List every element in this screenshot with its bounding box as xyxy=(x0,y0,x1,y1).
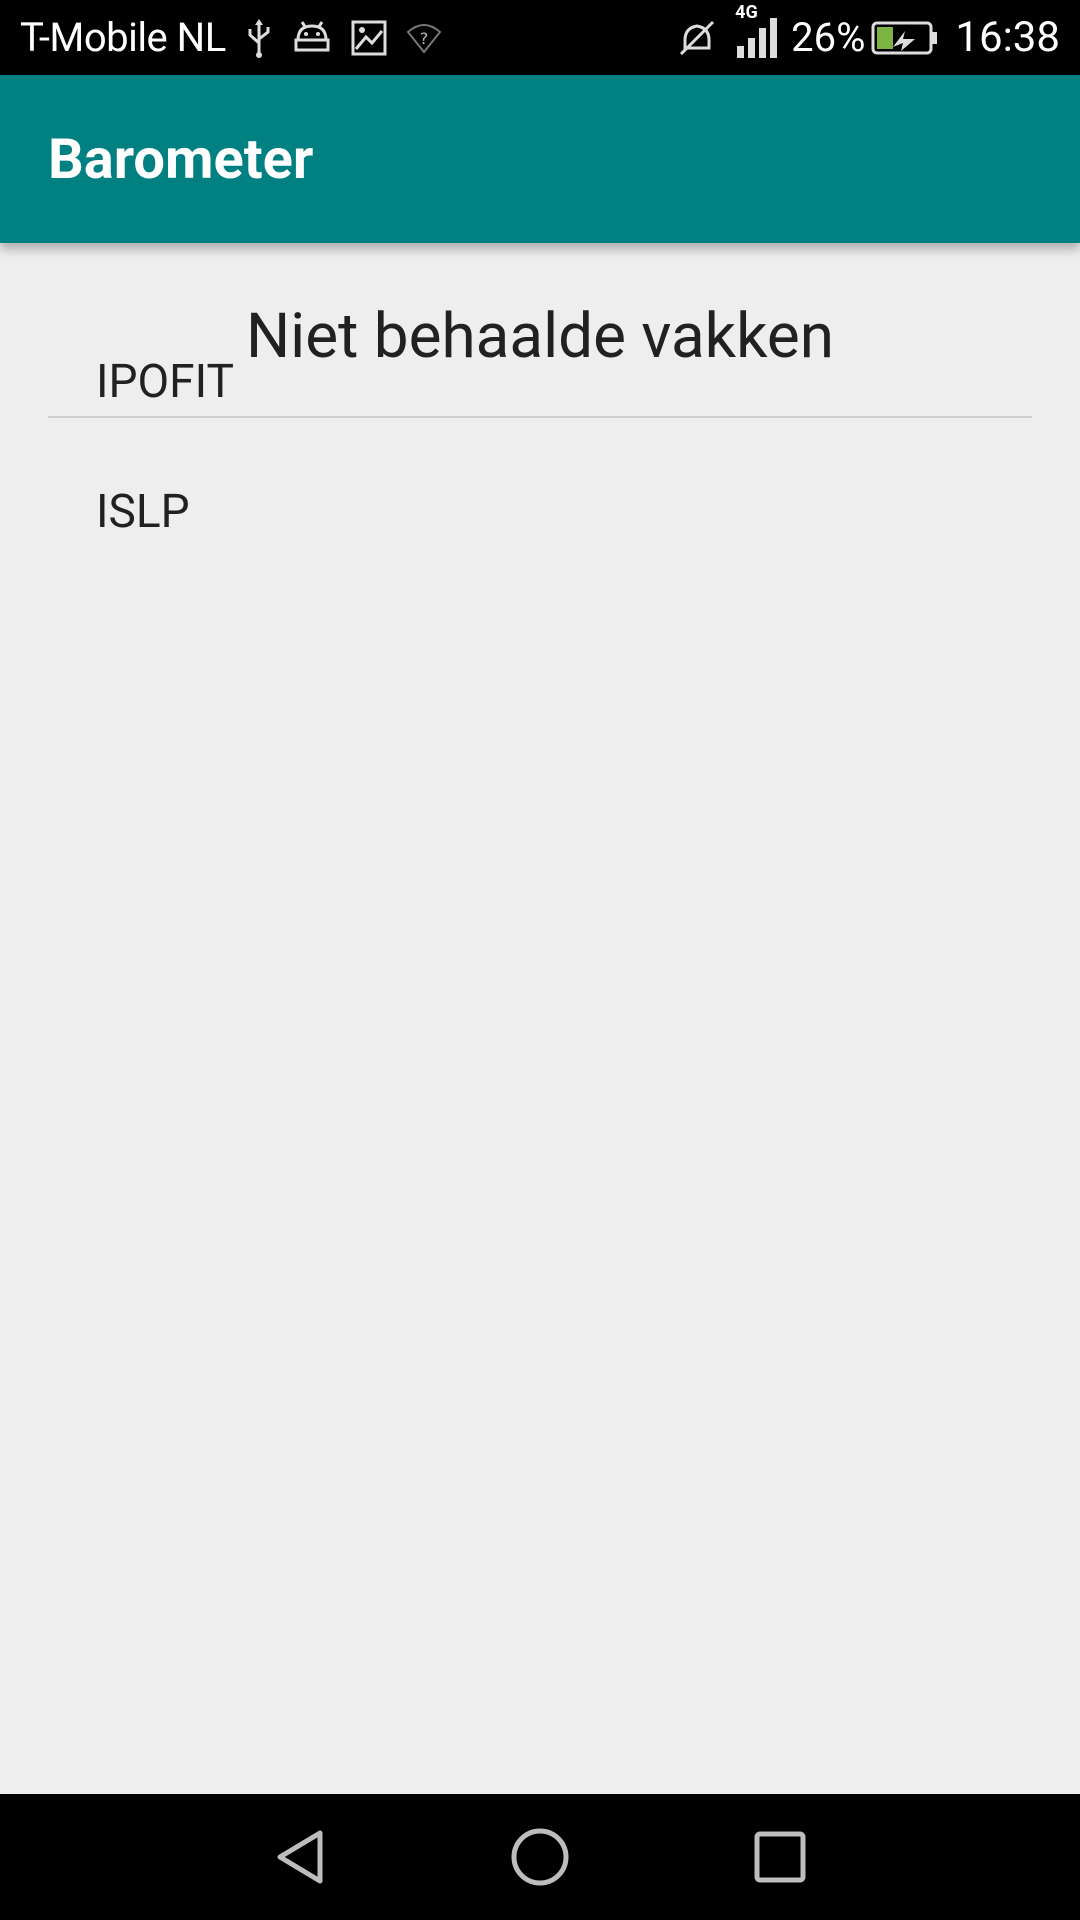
status-bar: T-Mobile NL ? 4G 26% 16:38 xyxy=(0,0,1080,75)
home-button[interactable] xyxy=(505,1822,575,1892)
back-icon xyxy=(277,1830,323,1884)
battery-charging-icon xyxy=(871,21,939,55)
network-type-label: 4G xyxy=(735,1,758,23)
android-debug-icon xyxy=(292,20,332,56)
mute-icon xyxy=(677,18,717,58)
app-title: Barometer xyxy=(48,126,314,192)
signal-icon: 4G xyxy=(735,2,781,60)
recents-icon xyxy=(754,1831,806,1883)
navigation-bar xyxy=(0,1794,1080,1920)
wifi-unknown-icon: ? xyxy=(406,22,442,54)
screenshot-icon xyxy=(350,19,388,57)
recents-button[interactable] xyxy=(745,1822,815,1892)
list-item[interactable]: IPOFIT xyxy=(96,355,234,409)
list-divider xyxy=(48,416,1032,418)
clock: 16:38 xyxy=(955,13,1060,62)
home-icon xyxy=(511,1828,569,1886)
battery-percentage: 26% xyxy=(791,14,866,61)
status-left: T-Mobile NL ? xyxy=(20,14,442,61)
back-button[interactable] xyxy=(265,1822,335,1892)
main-content: Niet behaalde vakken IPOFIT ISLP xyxy=(0,243,1080,1793)
status-right: 4G 26% 16:38 xyxy=(659,2,1060,62)
usb-icon xyxy=(244,17,274,59)
list-item[interactable]: ISLP xyxy=(96,485,190,539)
svg-text:?: ? xyxy=(420,29,429,48)
carrier-name: T-Mobile NL xyxy=(20,14,226,61)
app-bar: Barometer xyxy=(0,75,1080,243)
